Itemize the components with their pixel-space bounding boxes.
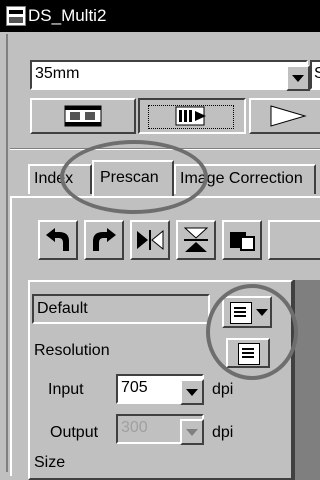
rotate-right-icon: [93, 228, 116, 251]
settings-menu-button[interactable]: [222, 296, 272, 328]
input-resolution-value: 705: [121, 379, 148, 396]
chevron-down-icon[interactable]: [286, 65, 310, 91]
rotate-left-icon: [46, 228, 69, 251]
window-title: DS_Multi2: [28, 6, 107, 25]
more-tools-button[interactable]: [268, 220, 320, 260]
rotate-left-button[interactable]: [38, 220, 78, 260]
chevron-down-icon[interactable]: [180, 379, 204, 405]
input-label: Input: [48, 381, 84, 398]
filmstrip-mode-button[interactable]: [30, 98, 136, 134]
crop-button[interactable]: [222, 220, 262, 260]
divider: [10, 148, 320, 150]
slide-icon: [175, 106, 206, 126]
input-unit: dpi: [212, 381, 234, 398]
play-icon: [270, 105, 307, 127]
flip-vertical-icon: [183, 227, 209, 252]
tab-image-correction[interactable]: Image Correction: [174, 164, 316, 194]
second-select-fragment[interactable]: S: [310, 60, 320, 90]
tab-index[interactable]: Index: [28, 164, 92, 194]
settings-name-field[interactable]: Default: [32, 294, 210, 324]
output-label: Output: [50, 424, 99, 441]
output-resolution-select[interactable]: 300: [116, 414, 204, 445]
tab-prescan[interactable]: Prescan: [92, 160, 174, 196]
scanner-app-icon[interactable]: [6, 6, 26, 26]
window-frame-left: [0, 34, 8, 472]
filmstrip-icon: [64, 105, 102, 127]
size-label: Size: [34, 454, 66, 471]
input-resolution-select[interactable]: 705: [116, 374, 204, 405]
document-icon: [230, 302, 252, 324]
flip-horizontal-button[interactable]: [130, 220, 170, 260]
resolution-info-button[interactable]: [226, 338, 270, 368]
title-bar[interactable]: DS_Multi2: [0, 0, 320, 34]
preview-area[interactable]: [293, 280, 320, 480]
slide-mode-button[interactable]: [138, 98, 246, 134]
film-type-value: 35mm: [35, 65, 80, 82]
crop-icon: [230, 232, 255, 251]
resolution-label: Resolution: [34, 342, 110, 359]
flip-vertical-button[interactable]: [176, 220, 216, 260]
settings-value: Default: [37, 300, 88, 317]
chevron-down-icon[interactable]: [180, 419, 204, 445]
document-icon: [238, 343, 260, 365]
rotate-right-button[interactable]: [84, 220, 124, 260]
image-toolbar: [30, 208, 320, 270]
chevron-down-icon: [254, 304, 270, 320]
flip-horizontal-icon: [137, 229, 164, 251]
output-resolution-value: 300: [121, 419, 148, 436]
output-unit: dpi: [212, 424, 234, 441]
film-type-select[interactable]: 35mm: [30, 60, 310, 91]
play-mode-button[interactable]: [249, 98, 320, 134]
